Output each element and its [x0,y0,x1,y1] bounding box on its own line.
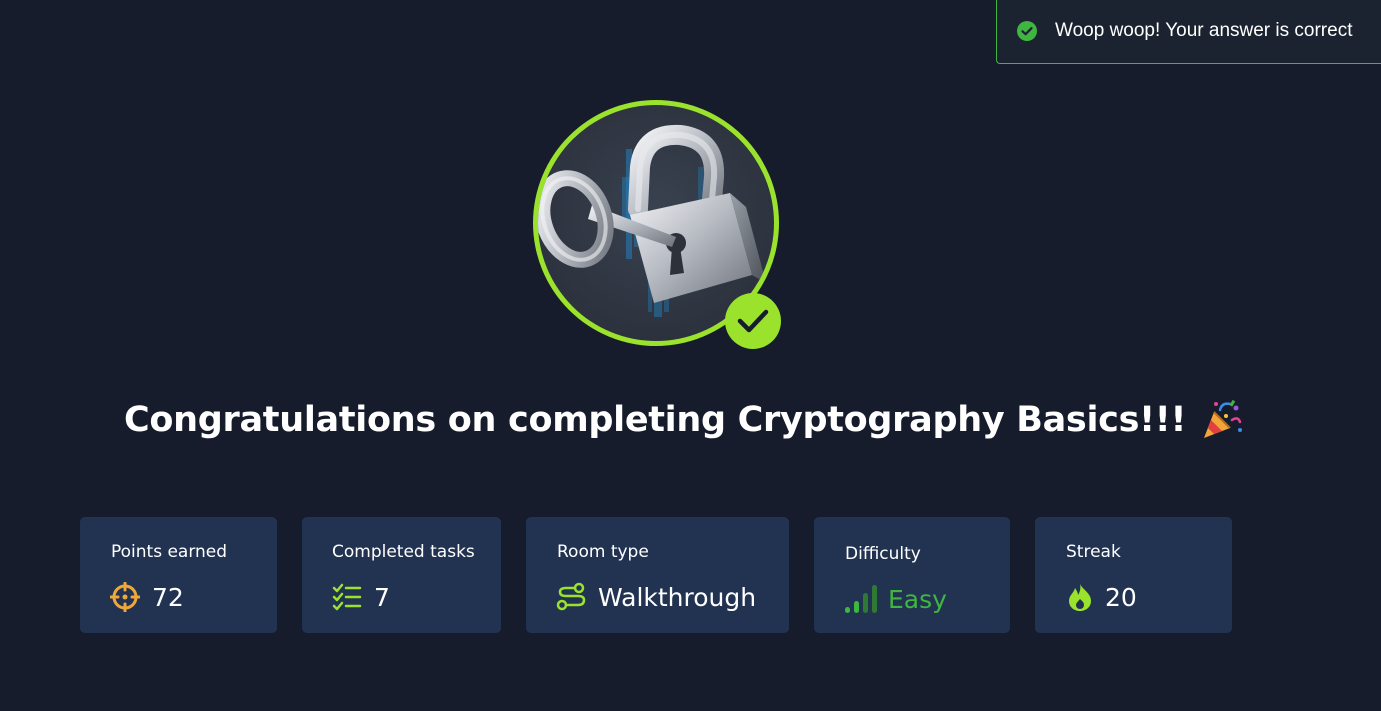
stat-card-streak: Streak 20 [1035,517,1232,633]
task-list-icon [332,582,362,612]
crosshair-icon [109,581,141,613]
flame-icon [1065,582,1095,612]
points-label: Points earned [111,542,228,562]
stat-card-difficulty: Difficulty Easy [814,517,1010,633]
difficulty-label: Difficulty [845,544,921,564]
stat-card-tasks: Completed tasks 7 [302,517,501,633]
tasks-value: 7 [374,582,390,612]
title-text: Congratulations on completing Cryptograp… [124,400,1187,440]
stat-card-points: Points earned 72 [80,517,277,633]
success-toast[interactable]: Woop woop! Your answer is correct [996,0,1381,64]
room-type-label: Room type [557,542,649,562]
toast-message: Woop woop! Your answer is correct [1055,19,1353,41]
difficulty-value: Easy [888,584,947,614]
signal-bars-icon [844,584,880,614]
route-icon [556,582,586,612]
streak-value: 20 [1105,582,1137,612]
page-title: Congratulations on completing Cryptograp… [124,398,1244,442]
checkmark-icon [725,293,781,349]
check-circle-icon [1017,21,1037,41]
room-badge [530,97,782,349]
party-popper-icon [1200,398,1244,442]
streak-label: Streak [1066,542,1121,562]
points-value: 72 [152,582,184,612]
room-type-value: Walkthrough [598,582,757,612]
stat-card-room-type: Room type Walkthrough [526,517,789,633]
completion-page: Woop woop! Your answer is correct Congra… [0,0,1381,711]
tasks-label: Completed tasks [332,542,475,562]
